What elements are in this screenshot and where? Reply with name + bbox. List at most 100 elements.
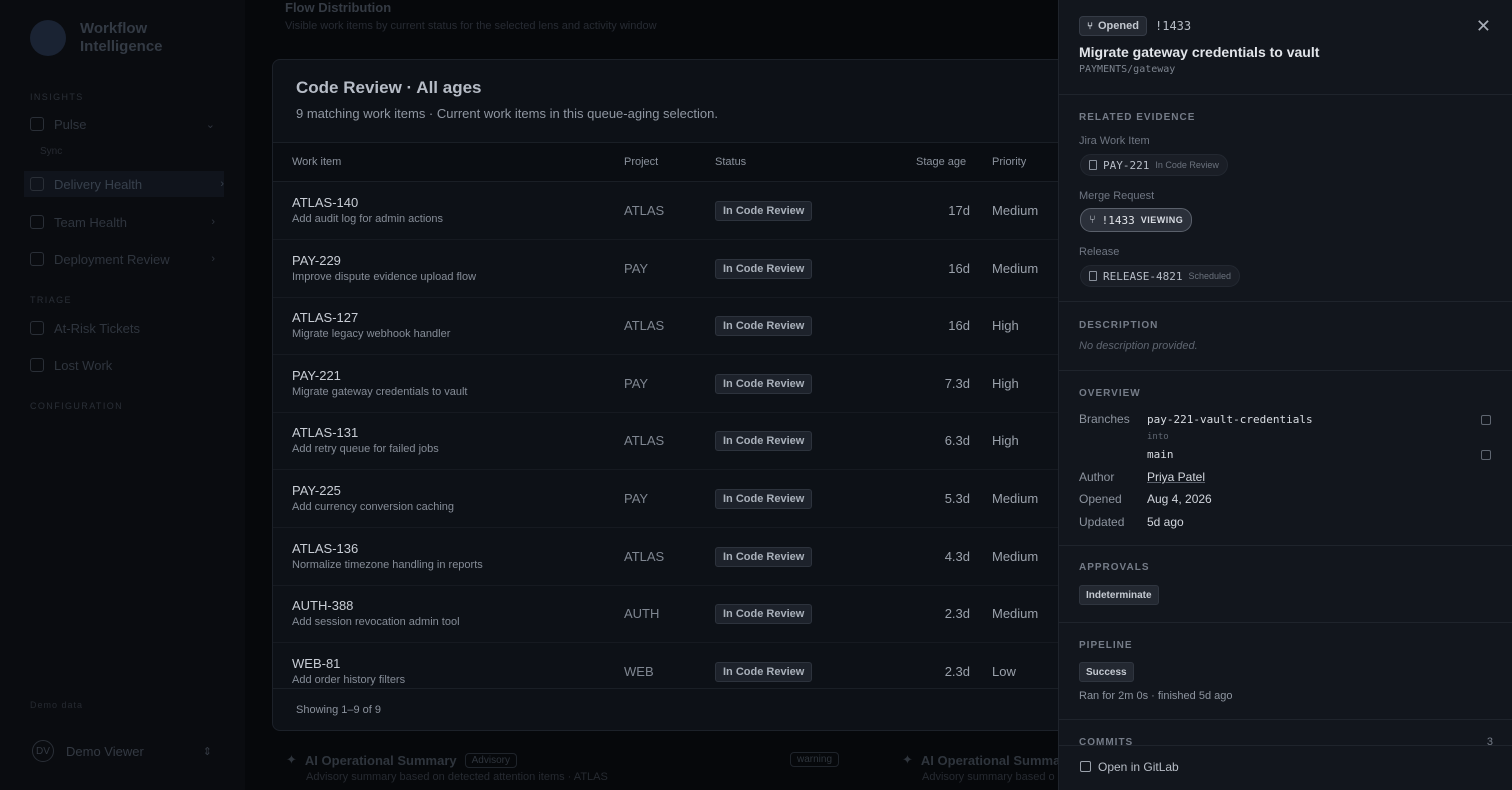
table-row[interactable]: ATLAS-131 Add retry queue for failed jobs…: [273, 412, 1071, 471]
status-badge: In Code Review: [715, 604, 813, 625]
brand: Workflow Intelligence: [30, 20, 170, 56]
status-badge: In Code Review: [715, 661, 813, 682]
priority-cell: Medium: [992, 548, 1039, 564]
release-chip[interactable]: RELEASE-4821 Scheduled: [1080, 265, 1241, 287]
table-row[interactable]: ATLAS-140 Add audit log for admin actions…: [273, 182, 1071, 240]
stage-age-cell: 5.3d: [944, 491, 970, 506]
nav-section-insights: Insights: [30, 92, 84, 102]
sidebar-item-deployment-review[interactable]: Deployment Review ›: [30, 247, 215, 271]
merge-request-icon: ⑂: [1089, 214, 1096, 226]
table-row[interactable]: PAY-229 Improve dispute evidence upload f…: [273, 240, 1071, 298]
nav-section-triage: Triage: [30, 295, 72, 305]
stage-age-cell: 2.3d: [944, 663, 970, 679]
work-item-description: Migrate legacy webhook handler: [292, 328, 451, 341]
sparkle-icon: ✦: [286, 752, 297, 767]
pagination-summary: Showing 1–9 of 9: [296, 704, 382, 716]
project-cell: PAY: [624, 491, 649, 506]
table-row[interactable]: ATLAS-136 Normalize timezone handling in …: [273, 528, 1071, 586]
pipeline-section: PIPELINE Success Ran for 2m 0s · finishe…: [1059, 623, 1512, 720]
priority-cell: High: [992, 433, 1019, 449]
work-item-id: PAY-225: [292, 483, 341, 498]
sidebar-item-at-risk-tickets[interactable]: At-Risk Tickets: [30, 316, 215, 340]
close-icon[interactable]: ✕: [1476, 17, 1491, 35]
table-header: Work item Project Status Stage age Prior…: [273, 142, 1071, 182]
status-badge: In Code Review: [715, 489, 813, 509]
column-header-work-item[interactable]: Work item: [292, 156, 341, 168]
sidebar-item-pulse[interactable]: Pulse ⌄: [30, 112, 215, 136]
merge-request-panel: ⑂ Opened !1433 ✕ Migrate gateway credent…: [1058, 0, 1512, 790]
grid-icon: [30, 117, 44, 131]
sidebar-item-label: Deployment Review: [54, 251, 170, 267]
sidebar-item-delivery-health[interactable]: Delivery Health ›: [24, 171, 224, 197]
user-menu[interactable]: DV Demo Viewer ⇕: [32, 740, 212, 762]
external-link-icon: [1080, 761, 1091, 772]
flow-distribution-title: Flow Distribution: [285, 0, 392, 15]
ai-summary-title: ✦ AI Operational Summary Advisory: [286, 752, 517, 768]
project-cell: ATLAS: [624, 203, 665, 218]
column-header-project[interactable]: Project: [624, 156, 658, 168]
warning-icon: [30, 321, 44, 335]
column-header-status[interactable]: Status: [715, 156, 746, 168]
status-badge: In Code Review: [715, 316, 813, 337]
brand-name: Workflow Intelligence: [80, 20, 163, 55]
sidebar: Workflow Intelligence Insights Pulse ⌄ S…: [0, 0, 245, 790]
author-link[interactable]: Priya Patel: [1147, 470, 1205, 484]
sidebar-item-lost-work[interactable]: Lost Work: [30, 353, 215, 377]
work-item-id: ATLAS-140: [292, 195, 359, 210]
panel-header: ⑂ Opened !1433 ✕ Migrate gateway credent…: [1059, 0, 1512, 95]
work-item-id: ATLAS-127: [292, 310, 359, 326]
code-review-modal: Code Review · All ages 9 matching work i…: [272, 59, 1072, 731]
open-in-gitlab-link[interactable]: Open in GitLab: [1098, 760, 1179, 774]
warning-badge: warning: [790, 752, 840, 767]
section-label: PIPELINE: [1079, 640, 1133, 651]
ai-summary-title-2: ✦ AI Operational Summa: [902, 752, 1060, 768]
merge-request-chip[interactable]: ⑂ !1433 VIEWING: [1080, 208, 1193, 232]
work-item-id: ATLAS-136: [292, 540, 359, 556]
nav-section-configuration[interactable]: Configuration: [30, 401, 123, 411]
status-badge: In Code Review: [715, 258, 813, 279]
project-cell: ATLAS: [624, 318, 665, 334]
pipeline-detail: Ran for 2m 0s · finished 5d ago: [1079, 690, 1233, 702]
priority-cell: High: [992, 318, 1019, 334]
project-cell: WEB: [624, 663, 654, 679]
jira-status: In Code Review: [1155, 160, 1219, 170]
into-label: into: [1147, 432, 1169, 442]
ai-summary-title-text: AI Operational Summa: [920, 752, 1061, 768]
author-label: Author: [1079, 470, 1115, 484]
table-row[interactable]: PAY-225 Add currency conversion caching PA…: [273, 470, 1071, 528]
work-item-description: Add audit log for admin actions: [292, 213, 444, 225]
stage-age-cell: 4.3d: [944, 548, 970, 564]
column-header-stage-age[interactable]: Stage age: [916, 156, 966, 168]
target-branch: main: [1147, 448, 1174, 461]
table-row[interactable]: ATLAS-127 Migrate legacy webhook handler A…: [273, 297, 1071, 356]
column-header-priority[interactable]: Priority: [992, 156, 1026, 168]
sidebar-item-label: At-Risk Tickets: [54, 320, 140, 336]
jira-chip[interactable]: PAY-221 In Code Review: [1080, 154, 1228, 176]
approvals-badge: Indeterminate: [1079, 585, 1159, 605]
panel-title: Migrate gateway credentials to vault: [1079, 44, 1320, 60]
work-item-id: ATLAS-131: [292, 425, 359, 441]
panel-footer: Open in GitLab: [1059, 745, 1512, 790]
sidebar-subitem-sync[interactable]: Sync: [40, 146, 62, 157]
table-row[interactable]: AUTH-388 Add session revocation admin too…: [273, 585, 1071, 644]
description-section: DESCRIPTION No description provided.: [1059, 302, 1512, 371]
modal-title: Code Review · All ages: [296, 78, 482, 97]
stage-age-cell: 2.3d: [944, 606, 970, 622]
merge-request-icon: ⑂: [1087, 20, 1093, 32]
work-item-description: Add session revocation admin tool: [292, 616, 460, 629]
copy-icon[interactable]: [1481, 450, 1491, 460]
document-icon: [1089, 271, 1097, 281]
opened-label: Opened: [1079, 492, 1122, 506]
release-id: RELEASE-4821: [1103, 269, 1183, 283]
copy-icon[interactable]: [1481, 415, 1491, 425]
section-label: RELATED EVIDENCE: [1079, 112, 1196, 123]
table-row[interactable]: WEB-81 Add order history filters WEB In Cod…: [273, 643, 1071, 687]
chevron-down-icon: ⌄: [205, 118, 215, 131]
opened-date: Aug 4, 2026: [1147, 492, 1212, 506]
status-badge: In Code Review: [715, 373, 813, 394]
table-row[interactable]: PAY-221 Migrate gateway credentials to va…: [273, 355, 1071, 413]
sidebar-item-team-health[interactable]: Team Health ›: [30, 210, 215, 234]
merge-request-label: Merge Request: [1079, 190, 1155, 202]
viewing-tag: VIEWING: [1140, 215, 1184, 225]
priority-cell: Low: [992, 663, 1016, 679]
